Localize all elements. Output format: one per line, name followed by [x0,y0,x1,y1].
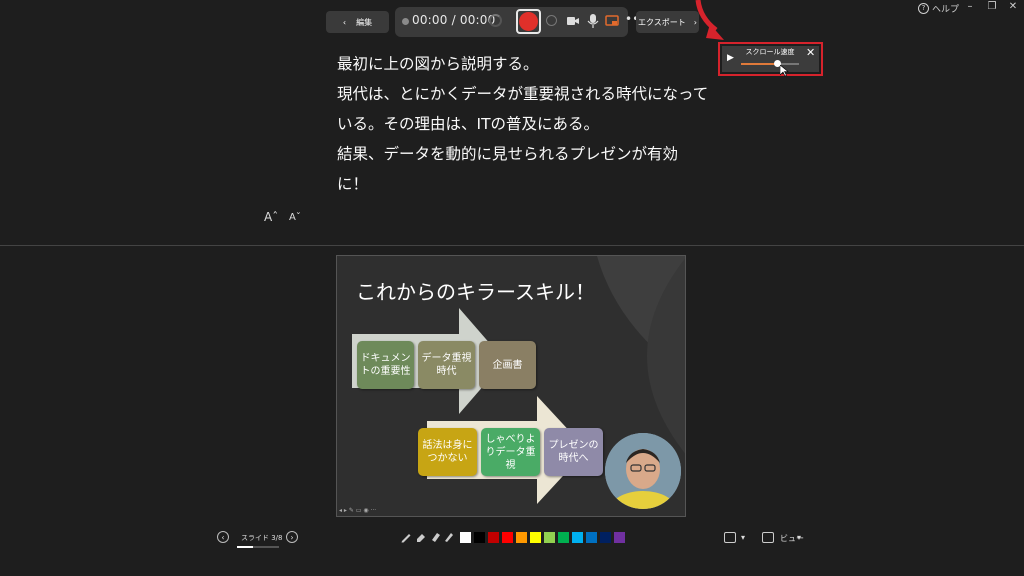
cursor-icon [780,65,789,77]
previous-slide-button[interactable]: ‹ [217,531,229,543]
export-label: エクスポート [638,17,686,27]
camera-icon[interactable] [566,13,580,29]
color-swatch-white[interactable] [460,532,471,543]
microphone-icon[interactable] [586,13,600,29]
pen-icon[interactable] [400,531,412,543]
color-swatch-orange[interactable] [516,532,527,543]
color-swatch-black[interactable] [474,532,485,543]
pause-button[interactable] [546,15,557,26]
color-swatch-dark-red[interactable] [488,532,499,543]
play-icon[interactable]: ▶ [727,53,734,63]
retake-icon[interactable] [489,14,502,27]
script-line: 現代は、とにかくデータが重要視される時代になって [337,85,709,103]
slide-box: 企画書 [479,341,536,389]
slide-box: データ重視時代 [418,341,475,389]
screen-capture-icon[interactable] [605,13,619,29]
chevron-left-icon: ‹ [342,17,347,27]
recording-indicator-icon [402,18,409,25]
presenter-avatar [605,433,681,509]
slide-box: ドキュメントの重要性 [357,341,414,389]
color-swatch-green[interactable] [558,532,569,543]
help-label: ヘルプ [932,5,960,15]
color-swatch-light-blue[interactable] [572,532,583,543]
minimize-button[interactable]: – [958,0,982,16]
script-line: いる。その理由は、ITの普及にある。 [337,115,600,133]
slide-box: 話法は身につかない [418,428,477,476]
slide-box: プレゼンの時代へ [544,428,603,476]
color-swatch-yellow[interactable] [530,532,541,543]
slide-preview: これからのキラースキル！ ドキュメントの重要性 データ重視時代 企画書 話法は身… [336,255,686,517]
font-increase-button[interactable]: Aˆ [264,210,278,224]
chevron-down-icon[interactable]: ▾ [741,533,745,542]
slide-box: しゃべりよりデータ重視 [481,428,540,476]
highlighter-icon[interactable] [429,531,441,543]
slide-controls[interactable]: ◂ ▸ ✎ ▭ ◉ ··· [339,507,376,514]
scroll-speed-label: スクロール速度 [745,48,795,56]
script-line: 最初に上の図から説明する。 [337,55,539,73]
edit-label: 編集 [356,17,373,27]
script-line: に！ [337,175,369,193]
help-icon: ? [918,3,929,14]
help-button[interactable]: ? ヘルプ [918,2,959,15]
scroll-speed-fill [741,63,777,65]
color-swatch-light-green[interactable] [544,532,555,543]
divider [0,245,1024,246]
next-slide-button[interactable]: › [286,531,298,543]
record-icon [519,12,538,31]
camera-toggle-icon[interactable] [724,532,736,543]
color-swatch-blue[interactable] [586,532,597,543]
color-swatch-red[interactable] [502,532,513,543]
script-line: 結果、データを動的に見せられるプレゼンが有効 [337,145,679,163]
close-button[interactable]: ✕ [1001,0,1024,16]
slide-counter: スライド 3/8 [241,534,283,542]
font-decrease-button[interactable]: Aˇ [289,212,301,223]
eraser-icon[interactable] [415,531,427,543]
slide-title: これからのキラースキル！ [356,280,595,304]
color-swatch-purple[interactable] [614,532,625,543]
laser-pointer-icon[interactable] [443,531,455,543]
edit-button[interactable]: ‹ 編集 [326,11,389,33]
slide-progress-fill [237,546,253,548]
close-icon[interactable]: ✕ [806,46,815,59]
red-arrow-icon [695,0,724,40]
teleprompter-script: 最初に上の図から説明する。 現代は、とにかくデータが重要視される時代になって い… [337,49,709,199]
view-icon[interactable] [762,532,774,543]
recording-timer: 00:00 / 00:00 [412,13,496,27]
color-swatch-dark-blue[interactable] [600,532,611,543]
camera-feed [605,433,681,509]
chevron-down-icon[interactable]: ▾ [797,533,801,542]
